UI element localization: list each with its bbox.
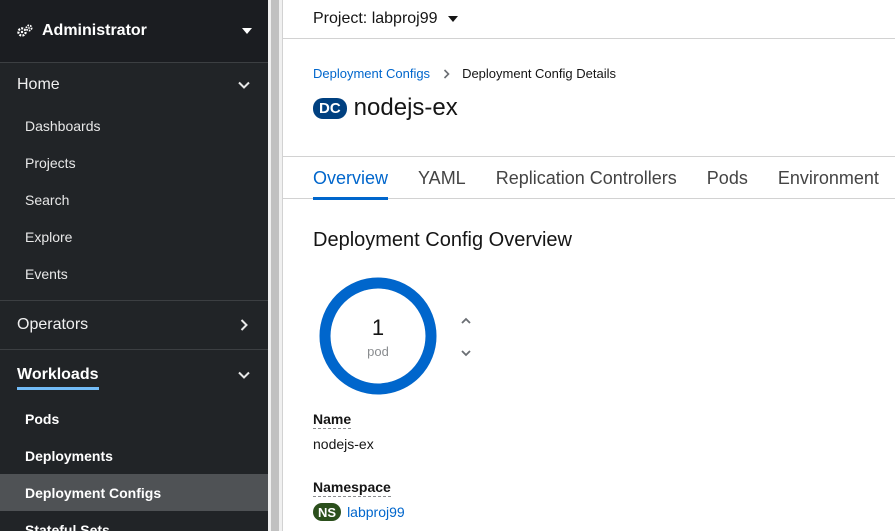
pod-count-stepper [459, 312, 473, 362]
breadcrumb-link-deployment-configs[interactable]: Deployment Configs [313, 66, 430, 81]
page-heading: DC nodejs-ex [313, 94, 458, 122]
nav-section-label: Operators [17, 316, 89, 333]
name-value: nodejs-ex [313, 436, 374, 452]
namespace-value-row: NS labproj99 [313, 503, 405, 521]
sidebar-item-label: Deployments [25, 447, 113, 464]
sidebar-item-stateful-sets[interactable]: Stateful Sets [0, 511, 268, 531]
sidebar-item-projects[interactable]: Projects [0, 144, 268, 181]
chevron-right-icon [440, 68, 452, 79]
nav-section-label: Workloads [17, 366, 99, 390]
name-label: Name [313, 411, 352, 429]
pod-count-unit: pod [367, 344, 389, 359]
tab-pods[interactable]: Pods [707, 157, 748, 199]
chevron-right-icon [237, 318, 251, 332]
sidebar-scrollbar[interactable] [268, 0, 283, 531]
sidebar-item-label: Events [25, 265, 68, 282]
nav-section-operators[interactable]: Operators [0, 301, 268, 349]
main-content: Project: labproj99 Deployment Configs De… [283, 0, 895, 531]
tab-environment[interactable]: Environment [778, 157, 879, 199]
perspective-label: Administrator [42, 22, 147, 39]
sidebar-item-search[interactable]: Search [0, 181, 268, 218]
project-selector-label: Project: labproj99 [313, 10, 438, 27]
sidebar-item-events[interactable]: Events [0, 255, 268, 292]
breadcrumb-current: Deployment Config Details [462, 66, 616, 81]
section-title: Deployment Config Overview [313, 229, 572, 251]
chevron-down-icon [237, 368, 251, 382]
breadcrumb: Deployment Configs Deployment Config Det… [313, 66, 616, 81]
nav-section-label: Home [17, 76, 60, 93]
namespace-label: Namespace [313, 479, 391, 497]
resource-badge-ns: NS [313, 503, 342, 521]
sidebar-item-label: Stateful Sets [25, 521, 110, 531]
tab-replication-controllers[interactable]: Replication Controllers [496, 157, 677, 199]
perspective-switcher[interactable]: Administrator [0, 0, 268, 63]
tab-yaml[interactable]: YAML [418, 157, 466, 199]
tab-overview[interactable]: Overview [313, 157, 389, 200]
pod-count: 1 [371, 315, 385, 340]
namespace-link[interactable]: labproj99 [347, 504, 405, 520]
sidebar-item-label: Deployment Configs [25, 484, 162, 501]
decrease-pods-button[interactable] [459, 346, 473, 360]
sidebar-item-label: Projects [25, 154, 76, 171]
cogs-icon [16, 22, 34, 40]
chevron-down-icon [237, 78, 251, 92]
sidebar-nav: Administrator Home Dashboards Projects S… [0, 0, 268, 531]
sidebar-item-deployments[interactable]: Deployments [0, 437, 268, 474]
nav-section-home[interactable]: Home [0, 63, 268, 107]
sidebar-item-deployment-configs[interactable]: Deployment Configs [0, 474, 268, 511]
resource-badge-dc: DC [313, 97, 347, 119]
sidebar-item-pods[interactable]: Pods [0, 400, 268, 437]
sidebar-item-label: Dashboards [25, 117, 101, 134]
detail-tabs: Overview YAML Replication Controllers Po… [283, 156, 895, 200]
sidebar-item-explore[interactable]: Explore [0, 218, 268, 255]
nav-section-workloads[interactable]: Workloads [0, 350, 268, 400]
increase-pods-button[interactable] [459, 314, 473, 328]
sidebar-item-label: Search [25, 191, 70, 208]
sidebar-item-dashboards[interactable]: Dashboards [0, 107, 268, 144]
caret-down-icon [447, 16, 458, 22]
scrollbar-thumb[interactable] [271, 0, 279, 531]
project-selector[interactable]: Project: labproj99 [283, 0, 895, 39]
sidebar-item-label: Pods [25, 410, 60, 427]
sidebar-item-label: Explore [25, 228, 73, 245]
page-title: nodejs-ex [353, 94, 458, 121]
caret-down-icon [242, 28, 252, 34]
